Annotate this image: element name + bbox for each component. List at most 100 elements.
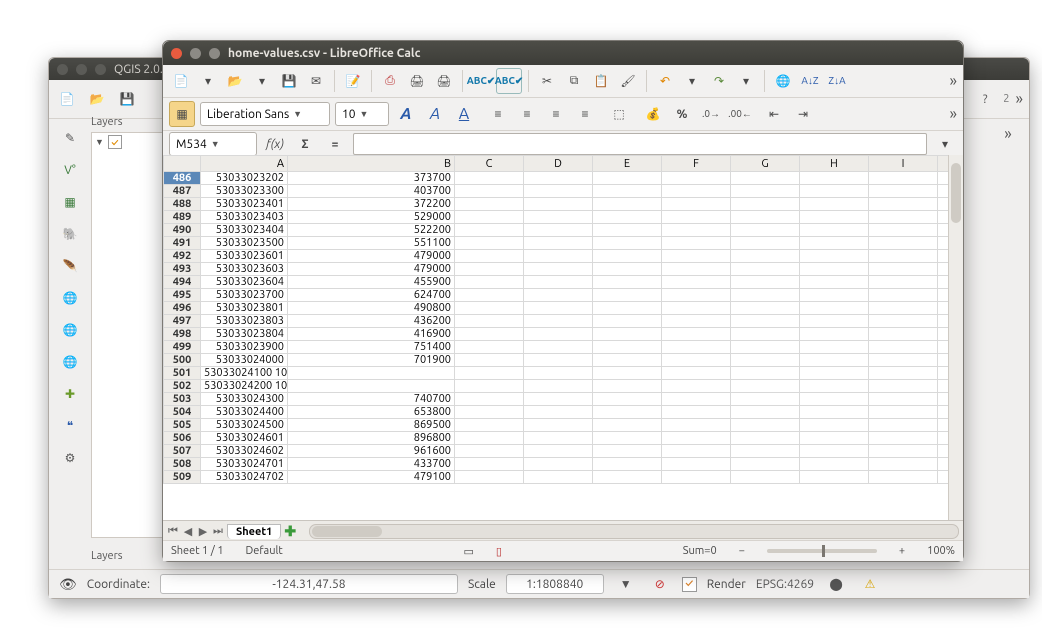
row-header[interactable]: 488 (164, 198, 201, 211)
cell[interactable] (524, 237, 593, 250)
cell[interactable]: 53033023604 (201, 276, 288, 289)
cell[interactable] (593, 432, 662, 445)
cell[interactable]: 53033023401 (201, 198, 288, 211)
cell[interactable]: 53033024300 (201, 393, 288, 406)
cell[interactable] (869, 445, 938, 458)
cell[interactable] (524, 380, 593, 393)
cell[interactable] (662, 250, 731, 263)
hyperlink-icon[interactable]: 🌐 (771, 69, 795, 93)
underline-icon[interactable]: A (452, 102, 476, 126)
column-header[interactable]: D (524, 156, 593, 172)
tab-prev-icon[interactable]: ◀ (182, 524, 194, 538)
minimize-icon[interactable] (190, 48, 201, 59)
cell[interactable]: 479000 (288, 250, 455, 263)
cell[interactable]: 490800 (288, 302, 455, 315)
row-header[interactable]: 505 (164, 419, 201, 432)
cell[interactable] (593, 341, 662, 354)
column-header[interactable]: I (869, 156, 938, 172)
cell[interactable] (662, 432, 731, 445)
print-preview-icon[interactable]: 🖨 (432, 69, 456, 93)
cell[interactable] (662, 393, 731, 406)
font-size-combo[interactable]: 10▼ (335, 102, 389, 126)
cell[interactable] (455, 224, 524, 237)
cell[interactable] (800, 315, 869, 328)
cell[interactable] (662, 315, 731, 328)
row-header[interactable]: 491 (164, 237, 201, 250)
right-overflow-icon[interactable]: » (1004, 126, 1012, 142)
cell[interactable] (593, 380, 662, 393)
cell[interactable] (800, 302, 869, 315)
open-icon[interactable]: 📂 (223, 69, 247, 93)
cell[interactable] (455, 185, 524, 198)
cell[interactable] (869, 471, 938, 484)
tab-first-icon[interactable]: ⏮ (167, 524, 179, 538)
cell[interactable] (800, 263, 869, 276)
cell[interactable] (869, 393, 938, 406)
autospell-icon[interactable]: ABC✔ (496, 68, 522, 94)
cell[interactable] (869, 211, 938, 224)
cell[interactable]: 53033024701 (201, 458, 288, 471)
new-doc-dropdown-icon[interactable]: ▾ (196, 69, 220, 93)
toolbar-overflow-icon[interactable]: » (949, 73, 957, 89)
cell[interactable] (662, 302, 731, 315)
cell[interactable] (800, 354, 869, 367)
cell[interactable] (455, 341, 524, 354)
cell[interactable] (455, 198, 524, 211)
cell[interactable] (731, 380, 800, 393)
cell[interactable] (662, 211, 731, 224)
cell[interactable] (800, 198, 869, 211)
formula-dropdown-icon[interactable]: ▾ (933, 132, 957, 156)
formula-input[interactable] (353, 133, 927, 155)
save-icon[interactable]: 💾 (277, 69, 301, 93)
row-header[interactable]: 490 (164, 224, 201, 237)
cell[interactable]: 403700 (288, 185, 455, 198)
cell[interactable] (869, 198, 938, 211)
tab-next-icon[interactable]: ▶ (197, 524, 209, 538)
cell[interactable] (593, 250, 662, 263)
row-header[interactable]: 503 (164, 393, 201, 406)
epsg-label[interactable]: EPSG:4269 (756, 578, 814, 591)
messages-icon[interactable]: ⚠ (858, 572, 882, 596)
cell[interactable] (800, 393, 869, 406)
cell[interactable] (731, 354, 800, 367)
cell[interactable] (455, 328, 524, 341)
format-overflow-icon[interactable]: » (949, 106, 957, 122)
cell[interactable] (662, 419, 731, 432)
cell[interactable]: 53033023404 (201, 224, 288, 237)
cell[interactable] (455, 354, 524, 367)
open-project-icon[interactable]: 📂 (85, 87, 109, 111)
cell[interactable] (869, 289, 938, 302)
cell[interactable]: 961600 (288, 445, 455, 458)
cell[interactable] (524, 276, 593, 289)
cell[interactable] (869, 367, 938, 380)
cell[interactable] (288, 380, 455, 393)
cut-icon[interactable]: ✂ (535, 69, 559, 93)
cell[interactable] (455, 406, 524, 419)
align-right-icon[interactable]: ≡ (544, 102, 568, 126)
cell[interactable] (662, 341, 731, 354)
function-wizard-icon[interactable]: f(x) (263, 132, 287, 156)
cell[interactable] (800, 185, 869, 198)
redo-icon[interactable]: ↷ (707, 69, 731, 93)
cell[interactable]: 455900 (288, 276, 455, 289)
cell[interactable] (455, 289, 524, 302)
cell[interactable] (455, 302, 524, 315)
cell[interactable]: 436200 (288, 315, 455, 328)
export-pdf-icon[interactable]: ⎙ (378, 69, 402, 93)
percent-icon[interactable]: % (670, 102, 694, 126)
cell[interactable] (593, 185, 662, 198)
cell[interactable] (524, 185, 593, 198)
add-sheet-icon[interactable]: ✚ (284, 523, 296, 540)
cell[interactable] (869, 354, 938, 367)
cell[interactable] (593, 172, 662, 185)
paste-icon[interactable]: 📋 (589, 69, 613, 93)
row-header[interactable]: 504 (164, 406, 201, 419)
row-header[interactable]: 497 (164, 315, 201, 328)
row-header[interactable]: 487 (164, 185, 201, 198)
cell[interactable]: 751400 (288, 341, 455, 354)
selection-mode-icon[interactable]: ▯ (496, 545, 502, 558)
email-icon[interactable]: ✉ (304, 69, 328, 93)
cell[interactable] (524, 224, 593, 237)
cell[interactable]: 416900 (288, 328, 455, 341)
qgis-close-icon[interactable] (57, 64, 68, 75)
